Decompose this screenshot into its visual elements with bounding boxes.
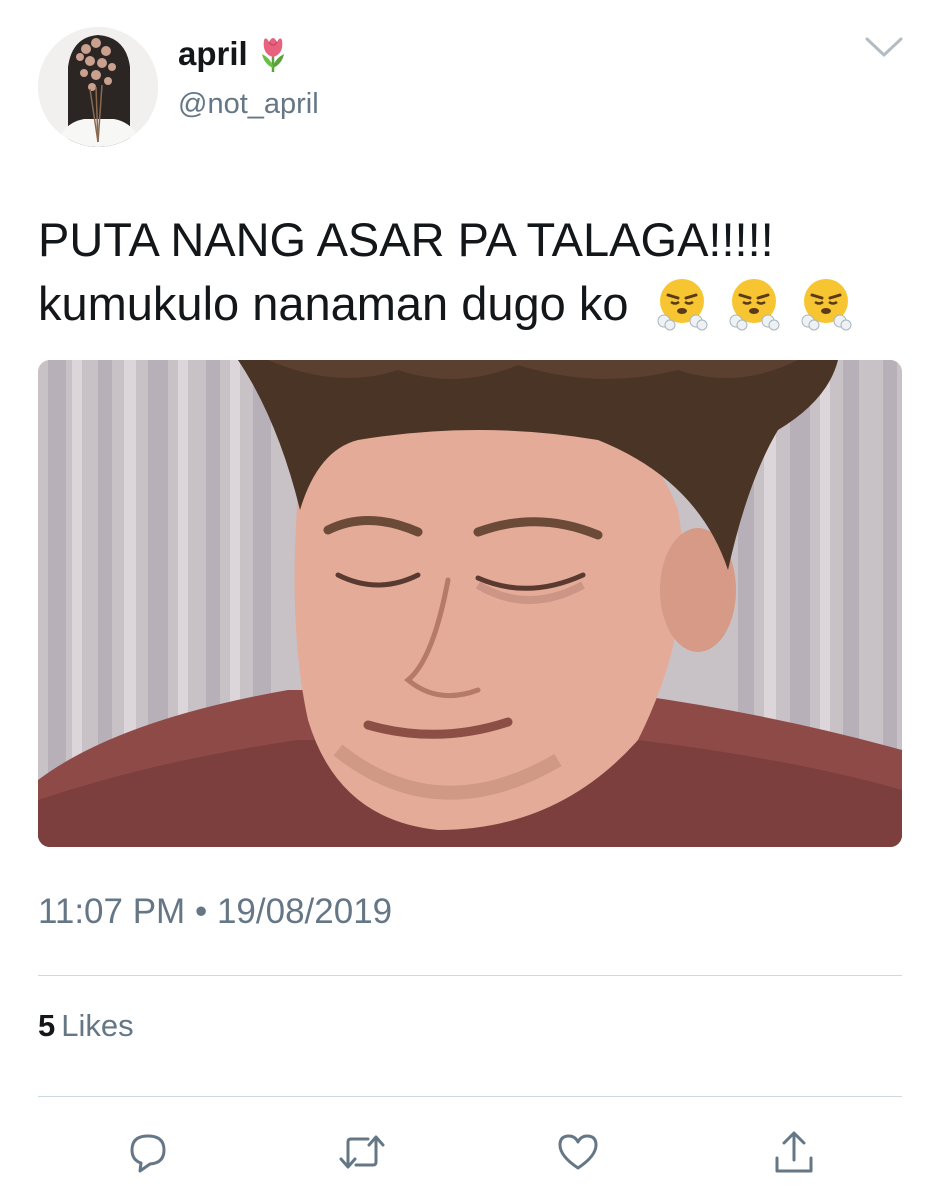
like-button[interactable] [554,1128,602,1176]
tweet-timestamp[interactable]: 11:07 PM • 19/08/2019 [38,892,392,932]
tweet-media-image[interactable] [38,360,902,847]
tweet-time: 11:07 PM [38,892,186,931]
like-heart-icon [558,1134,598,1170]
divider [38,1096,902,1097]
face-with-steam-icon [729,278,780,331]
display-name-text: april [178,35,248,72]
timestamp-separator: • [194,892,208,931]
tweet-text-line-2: kumukulo nanaman dugo ko [38,272,918,336]
user-handle[interactable]: @not_april [178,88,319,121]
likes-count: 5 [38,1008,56,1043]
face-with-steam-icon [657,278,708,331]
tweet-action-bar [0,1128,940,1176]
share-icon [775,1131,813,1173]
face-with-steam-icon [801,278,852,331]
tweet-date: 19/08/2019 [216,892,393,931]
photo-man-eyes-closed-icon [38,360,902,847]
avatar[interactable] [38,27,158,147]
divider [38,975,902,976]
chevron-down-icon[interactable] [864,34,904,60]
retweet-button[interactable] [338,1128,386,1176]
share-button[interactable] [770,1128,818,1176]
reply-button[interactable] [124,1128,172,1176]
avatar-image [38,27,158,147]
tulip-icon [261,38,284,72]
display-name[interactable]: april [178,34,288,74]
tweet-text-line-2-text: kumukulo nanaman dugo ko [38,277,629,330]
emoji-group [656,277,854,331]
reply-icon [130,1134,166,1173]
likes-count-link[interactable]: 5 Likes [38,1008,134,1044]
tweet-text-line-1: PUTA NANG ASAR PA TALAGA!!!!! [38,213,774,266]
tweet-text: PUTA NANG ASAR PA TALAGA!!!!! kumukulo n… [38,208,918,336]
retweet-icon [339,1135,385,1169]
likes-label: Likes [61,1008,134,1043]
